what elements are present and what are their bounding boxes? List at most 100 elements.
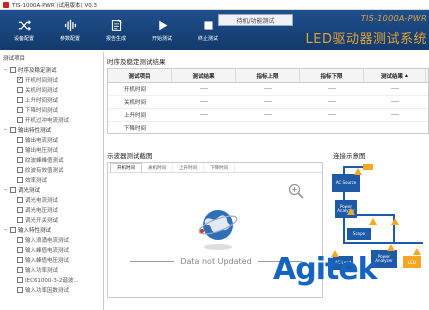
checkbox[interactable]: ✓ — [17, 77, 23, 83]
checkbox[interactable] — [17, 197, 23, 203]
checkbox[interactable] — [10, 67, 16, 73]
checkbox[interactable] — [17, 117, 23, 123]
warning-icon — [413, 248, 421, 255]
waveform-title: 示波器测试截图 — [107, 152, 153, 160]
table-cell: 下降时间 — [124, 126, 147, 132]
column-header[interactable]: 指标上限 — [236, 69, 300, 82]
tree-item[interactable]: 调光电压测试 — [3, 205, 103, 215]
shuffle-icon — [18, 19, 31, 31]
checkbox[interactable] — [17, 277, 23, 283]
tab-rise-time[interactable]: 上升时间 — [173, 163, 204, 172]
play-icon — [158, 20, 167, 30]
tree-item[interactable]: 效率测试 — [3, 175, 103, 185]
app-icon — [3, 1, 9, 8]
table-cell: ---- — [391, 99, 399, 105]
zoom-icon[interactable] — [288, 183, 304, 199]
tree-item[interactable]: 上升时间测试 — [3, 95, 103, 105]
table-cell: 开机时间 — [124, 87, 147, 93]
checkbox[interactable] — [17, 177, 23, 183]
checkbox[interactable] — [17, 237, 23, 243]
tab-power-off-time[interactable]: 关机时间 — [142, 163, 173, 172]
checkbox[interactable] — [10, 227, 16, 233]
tab-fall-time[interactable]: 下降时间 — [204, 163, 235, 172]
checkbox[interactable] — [17, 247, 23, 253]
results-table: 测试项目 测试结果 指标上限 指标下限 测试结果 ▴ 开机时间 ---- ----… — [107, 68, 429, 134]
tree-item[interactable]: 输入功率测试 — [3, 265, 103, 275]
globe-icon — [198, 210, 238, 250]
checkbox[interactable] — [17, 147, 23, 153]
expand-icon[interactable]: − — [3, 127, 8, 133]
param-config-button[interactable]: 参数配置 — [48, 10, 92, 50]
table-cell — [364, 122, 426, 133]
checkbox[interactable] — [17, 287, 23, 293]
checkbox[interactable] — [17, 107, 23, 113]
tree-item[interactable]: 输入浪涌电流测试 — [3, 235, 103, 245]
tree-item[interactable]: 关机时间测试 — [3, 85, 103, 95]
table-row[interactable]: 关机时间 ---- ---- ---- ---- — [108, 96, 428, 109]
checkbox[interactable] — [17, 217, 23, 223]
tree-group[interactable]: − 时序及稳定测试 — [3, 65, 103, 75]
table-row[interactable]: 下降时间 — [108, 122, 428, 133]
column-header[interactable]: 指标下限 — [300, 69, 364, 82]
led-block: LED — [403, 256, 421, 268]
tree-item[interactable]: 输出电流测试 — [3, 135, 103, 145]
table-cell: 关机时间 — [124, 100, 147, 106]
tree-item[interactable]: 输出电压测试 — [3, 145, 103, 155]
connector — [363, 164, 373, 170]
tree-item[interactable]: 调光开关测试 — [3, 215, 103, 225]
start-test-button[interactable]: 开始测试 — [140, 10, 184, 50]
table-cell: ---- — [328, 99, 336, 105]
warning-icon — [347, 208, 355, 215]
checkbox[interactable] — [17, 257, 23, 263]
tree-item[interactable]: IEC61000-3-2谐波... — [3, 275, 103, 285]
title-bar: TIS-1000A-PWR (试用版本) V0.3 — [0, 0, 429, 10]
checkbox[interactable] — [10, 187, 16, 193]
tab-power-on-time[interactable]: 开机时间 — [110, 163, 142, 172]
device-config-button[interactable]: 设备配置 — [2, 10, 46, 50]
table-cell — [300, 122, 364, 133]
expand-icon[interactable]: − — [3, 67, 8, 73]
checkbox[interactable] — [17, 97, 23, 103]
wire — [355, 214, 395, 216]
tree-group[interactable]: − 输出特性测试 — [3, 125, 103, 135]
tree-group[interactable]: − 输入特性测试 — [3, 225, 103, 235]
tree-item[interactable]: 输入功率因数测试 — [3, 285, 103, 295]
param-config-label: 参数配置 — [59, 35, 80, 42]
table-row[interactable]: 开机时间 ---- ---- ---- ---- — [108, 83, 428, 96]
tree-item[interactable]: 纹波峰峰值测试 — [3, 155, 103, 165]
tree-item[interactable]: 调光电流测试 — [3, 195, 103, 205]
table-row[interactable]: 上升时间 ---- ---- ---- ---- — [108, 109, 428, 122]
wire — [343, 242, 423, 244]
column-header-sortable[interactable]: 测试结果 ▴ — [364, 69, 426, 82]
report-button[interactable]: 报告生成 — [94, 10, 138, 50]
warning-icon — [369, 218, 377, 225]
expand-icon[interactable]: − — [3, 227, 8, 233]
tree-item[interactable]: 纹波有效值测试 — [3, 165, 103, 175]
tree-item[interactable]: 输入峰值电流测试 — [3, 245, 103, 255]
table-cell: ---- — [264, 99, 272, 105]
column-header[interactable]: 测试项目 — [108, 69, 172, 82]
table-cell: ---- — [391, 112, 399, 118]
brand-title: LED驱动器测试系统 — [305, 32, 427, 47]
checkbox[interactable] — [17, 87, 23, 93]
tree-item[interactable]: ✓ 开机时间测试 — [3, 75, 103, 85]
tree-group[interactable]: − 调光测试 — [3, 185, 103, 195]
results-title: 时序及稳定测试结果 — [107, 58, 166, 66]
checkbox[interactable] — [17, 267, 23, 273]
checkbox[interactable] — [17, 157, 23, 163]
device-config-label: 设备配置 — [13, 35, 34, 42]
stop-icon — [203, 20, 213, 30]
waveform-tabs: 开机时间 关机时间 上升时间 下降时间 — [108, 163, 322, 173]
checkbox[interactable] — [17, 137, 23, 143]
brand-model: TIS-1000A-PWR — [360, 14, 427, 23]
expand-icon[interactable]: − — [3, 187, 8, 193]
column-header[interactable]: 测试结果 — [172, 69, 236, 82]
checkbox[interactable] — [10, 127, 16, 133]
checkbox[interactable] — [17, 207, 23, 213]
tree-item[interactable]: 输入峰值电压测试 — [3, 255, 103, 265]
checkbox[interactable] — [17, 167, 23, 173]
table-cell: ---- — [328, 112, 336, 118]
tree-item[interactable]: 下降时间测试 — [3, 105, 103, 115]
tree-item[interactable]: 开机过冲电流测试 — [3, 115, 103, 125]
warning-icon — [354, 168, 362, 175]
